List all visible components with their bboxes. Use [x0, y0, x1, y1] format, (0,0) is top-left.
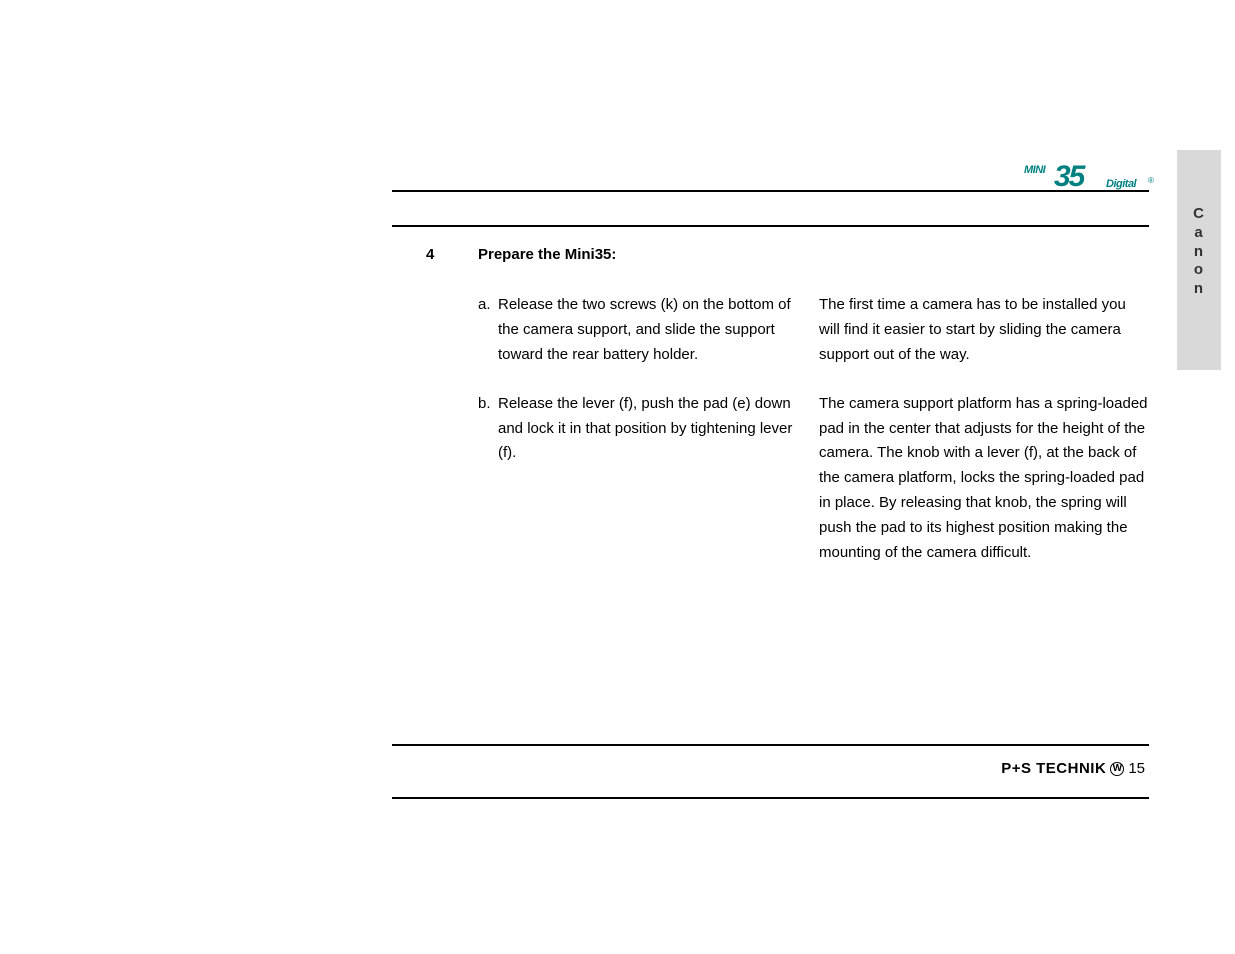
logo-number: 35 [1054, 160, 1083, 194]
item-letter: a. [478, 293, 498, 368]
step-row: 4 Prepare the Mini35: a. Release the two… [392, 246, 1149, 590]
tab-letter: C [1177, 205, 1221, 224]
tab-letter: a [1177, 224, 1221, 243]
instructions-column: a. Release the two screws (k) on the bot… [478, 293, 801, 590]
product-logo: MINI 35 Digital ® [1020, 162, 1160, 198]
logo-digital-text: Digital [1106, 178, 1136, 190]
instruction-item: b. Release the lever (f), push the pad (… [478, 392, 801, 467]
brand-circled-mark: W [1110, 762, 1124, 776]
step-number: 4 [392, 246, 478, 590]
section-tab-canon: C a n o n [1177, 150, 1221, 370]
step-body: Prepare the Mini35: a. Release the two s… [478, 246, 1149, 590]
footer-rule-bottom [392, 797, 1149, 799]
note-paragraph: The camera support platform has a spring… [819, 392, 1149, 566]
page-number: 15 [1128, 760, 1145, 777]
content-body: 4 Prepare the Mini35: a. Release the two… [392, 246, 1149, 590]
brand-mid: S TECHNIK [1021, 760, 1106, 777]
footer-rule-top [392, 744, 1149, 746]
document-page: C a n o n MINI 35 Digital ® 4 Prepare th… [0, 0, 1235, 954]
item-text: Release the two screws (k) on the bottom… [498, 293, 801, 368]
page-footer: P+S TECHNIK W 15 [392, 760, 1149, 777]
tab-letter: n [1177, 280, 1221, 299]
logo-mini-text: MINI [1024, 164, 1045, 176]
note-paragraph: The first time a camera has to be instal… [819, 293, 1149, 368]
brand-plus: + [1012, 760, 1021, 777]
footer-brand: P+S TECHNIK [1001, 760, 1106, 777]
item-letter: b. [478, 392, 498, 467]
item-text: Release the lever (f), push the pad (e) … [498, 392, 801, 467]
header-rule-bottom [392, 225, 1149, 227]
brand-prefix: P [1001, 760, 1012, 777]
step-title: Prepare the Mini35: [478, 246, 1149, 263]
two-column-layout: a. Release the two screws (k) on the bot… [478, 293, 1149, 590]
notes-column: The first time a camera has to be instal… [819, 293, 1149, 590]
logo-registered-mark: ® [1148, 176, 1154, 185]
header-rule-top [392, 190, 1149, 192]
tab-letter: o [1177, 261, 1221, 280]
tab-letter: n [1177, 243, 1221, 262]
instruction-item: a. Release the two screws (k) on the bot… [478, 293, 801, 368]
